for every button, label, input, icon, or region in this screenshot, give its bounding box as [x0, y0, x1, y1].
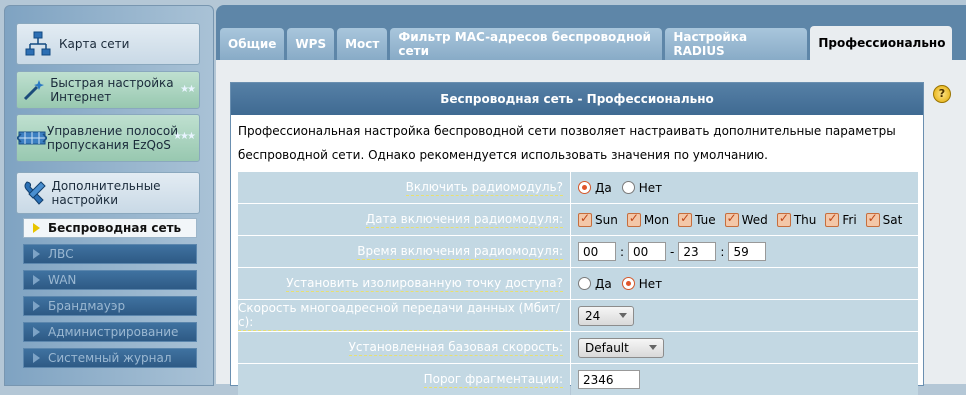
field-label: Порог фрагментации:	[423, 371, 563, 388]
field-label: Скорость многоадресной передачи данных (…	[238, 301, 563, 331]
checkbox-label: Sun	[595, 212, 618, 227]
field-label: Установленная базовая скорость:	[348, 339, 563, 356]
form-row-basic-rate: Установленная базовая скорость: Default	[238, 331, 918, 363]
chevron-down-icon	[619, 313, 627, 318]
magic-wand-icon	[17, 78, 50, 102]
sidebar-item-label: Брандмауэр	[48, 299, 126, 313]
multicast-rate-select[interactable]: 24	[578, 305, 634, 326]
arrow-right-icon	[33, 327, 40, 337]
sidebar-item-administration[interactable]: Администрирование	[23, 322, 197, 342]
checkbox-thu[interactable]	[776, 211, 791, 227]
checkbox-label: Mon	[643, 212, 670, 227]
panel-title: Беспроводная сеть - Профессионально	[231, 83, 923, 115]
radio-label: Нет	[638, 180, 663, 195]
stars-icon: ★★	[180, 84, 196, 95]
checkbox-label: Thu	[793, 212, 817, 227]
tools-icon	[17, 180, 52, 206]
time-range-separator: -	[670, 244, 675, 259]
radio-label: Да	[595, 276, 612, 291]
sidebar-item-label: Системный журнал	[48, 351, 172, 365]
sidebar-tile-network-map[interactable]: Карта сети	[16, 23, 200, 65]
settings-panel: Беспроводная сеть - Профессионально Проф…	[230, 82, 924, 395]
time-separator: :	[620, 244, 625, 259]
sidebar-tile-ezqos[interactable]: Управление полосой пропускания EzQoS ★★★	[16, 114, 200, 162]
stars-icon: ★★★	[173, 131, 196, 142]
sidebar-tile-label: Карта сети	[59, 37, 130, 51]
select-value: Default	[585, 340, 629, 355]
checkbox-wed[interactable]	[724, 211, 739, 227]
form-row-radio-enable: Включить радиомодуль? Да Нет	[238, 171, 918, 203]
settings-form: Включить радиомодуль? Да Нет Дата включе…	[238, 171, 918, 395]
arrow-right-icon	[33, 223, 40, 233]
time-end-hour-input[interactable]	[678, 242, 717, 261]
tab-bridge[interactable]: Мост	[337, 28, 388, 60]
form-row-multicast-rate: Скорость многоадресной передачи данных (…	[238, 299, 918, 331]
sidebar-item-label: Администрирование	[48, 325, 179, 339]
checkbox-sat[interactable]	[865, 211, 880, 227]
tab-professional[interactable]: Профессионально	[810, 26, 953, 60]
arrow-right-icon	[33, 301, 40, 311]
checkbox-mon[interactable]	[626, 211, 641, 227]
tab-radius[interactable]: Настройка RADIUS	[665, 28, 808, 60]
radio-label: Да	[595, 180, 612, 195]
tab-bar: Общие WPS Мост Фильтр MAC-адресов беспро…	[220, 26, 955, 60]
sidebar-tile-quick-setup[interactable]: Быстрая настройка Интернет ★★	[16, 71, 200, 109]
chevron-down-icon	[649, 345, 657, 350]
sidebar-tile-label: Дополнительные настройки	[51, 179, 161, 207]
isolated-ap-yes[interactable]	[578, 277, 591, 290]
radio-enable-no[interactable]	[621, 181, 635, 194]
sidebar-item-firewall[interactable]: Брандмауэр	[23, 296, 197, 316]
sidebar-item-lan[interactable]: ЛВС	[23, 244, 197, 264]
bandwidth-icon	[17, 127, 47, 149]
checkbox-sun[interactable]	[578, 211, 592, 227]
field-label: Дата включения радиомодуля:	[365, 211, 563, 228]
form-row-radio-days: Дата включения радиомодуля: Sun Mon Tue …	[238, 203, 918, 235]
checkbox-label: Wed	[741, 212, 768, 227]
network-map-icon	[17, 31, 59, 57]
main-area: Общие WPS Мост Фильтр MAC-адресов беспро…	[216, 5, 966, 395]
radio-label: Нет	[638, 276, 663, 291]
select-value: 24	[585, 308, 601, 323]
frag-threshold-input[interactable]	[578, 370, 640, 389]
sidebar-item-label: WAN	[48, 273, 77, 287]
sidebar-item-label: Беспроводная сеть	[48, 221, 182, 235]
radio-enable-yes[interactable]	[578, 181, 591, 194]
checkbox-tue[interactable]	[678, 211, 693, 227]
tab-general[interactable]: Общие	[220, 28, 285, 60]
sidebar-item-label: ЛВС	[48, 247, 74, 261]
tab-mac-filter[interactable]: Фильтр MAC-адресов беспроводной сети	[390, 28, 663, 60]
checkbox-fri[interactable]	[825, 211, 840, 227]
checkbox-label: Fri	[842, 212, 857, 227]
field-label: Время включения радиомодуля:	[357, 243, 563, 260]
content-area: ? Беспроводная сеть - Профессионально Пр…	[216, 60, 966, 395]
sidebar-tile-label: Быстрая настройка Интернет	[50, 76, 174, 104]
time-separator: :	[720, 244, 725, 259]
checkbox-label: Tue	[695, 212, 716, 227]
panel-description: Профессиональная настройка беспроводной …	[238, 124, 896, 162]
basic-rate-select[interactable]: Default	[578, 337, 664, 358]
time-start-minute-input[interactable]	[628, 242, 667, 261]
field-label: Установить изолированную точку доступа?	[286, 275, 563, 292]
help-icon[interactable]: ?	[933, 85, 951, 103]
arrow-right-icon	[33, 353, 40, 363]
checkbox-label: Sat	[882, 212, 903, 227]
isolated-ap-no[interactable]	[621, 277, 635, 290]
arrow-right-icon	[33, 275, 40, 285]
arrow-right-icon	[33, 249, 40, 259]
sidebar-item-wireless[interactable]: Беспроводная сеть	[23, 218, 197, 238]
form-row-frag-threshold: Порог фрагментации:	[238, 363, 918, 395]
sidebar: Карта сети Быстрая настройка Интернет ★★…	[4, 5, 214, 386]
field-label: Включить радиомодуль?	[405, 179, 563, 196]
time-end-minute-input[interactable]	[728, 242, 767, 261]
sidebar-tile-advanced[interactable]: Дополнительные настройки	[16, 172, 200, 214]
sidebar-item-system-log[interactable]: Системный журнал	[23, 348, 197, 368]
tab-wps[interactable]: WPS	[287, 28, 335, 60]
form-row-radio-time: Время включения радиомодуля: : - :	[238, 235, 918, 267]
form-row-isolated-ap: Установить изолированную точку доступа? …	[238, 267, 918, 299]
sidebar-item-wan[interactable]: WAN	[23, 270, 197, 290]
time-start-hour-input[interactable]	[578, 242, 616, 261]
